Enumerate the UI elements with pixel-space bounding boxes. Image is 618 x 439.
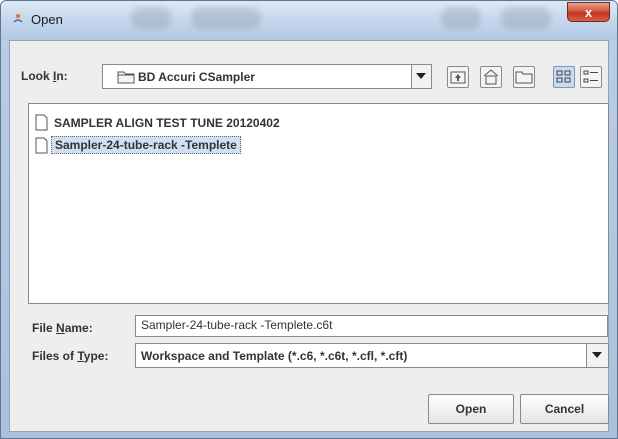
open-button[interactable]: Open xyxy=(428,394,514,424)
file-name-input[interactable]: Sampler-24-tube-rack -Templete.c6t xyxy=(135,315,608,337)
close-icon: x xyxy=(584,5,593,20)
chevron-down-icon xyxy=(416,73,426,79)
file-type-label-suffix: ype: xyxy=(83,349,109,363)
document-icon xyxy=(35,137,48,154)
file-type-combo[interactable]: Workspace and Template (*.c6, *.c6t, *.c… xyxy=(135,343,609,368)
title-bar[interactable]: Open x xyxy=(1,1,617,40)
cancel-button[interactable]: Cancel xyxy=(520,394,609,424)
title-bar-background xyxy=(501,7,551,29)
details-view-icon xyxy=(583,70,598,83)
file-list-item[interactable]: SAMPLER ALIGN TEST TUNE 20120402 xyxy=(35,113,435,133)
file-name-label-suffix: ame: xyxy=(64,321,93,335)
open-dialog: Open x Look In: BD Accuri CSampler SAMPL… xyxy=(0,0,618,439)
look-in-label-prefix: Look xyxy=(21,69,53,83)
file-type-label: Files of Type: xyxy=(32,349,108,363)
file-type-dropdown-button[interactable] xyxy=(586,344,608,367)
file-name-mnemonic: N xyxy=(56,321,65,335)
new-folder-button[interactable] xyxy=(513,66,535,88)
list-view-icon xyxy=(556,70,571,83)
file-name-label: File Name: xyxy=(32,321,93,335)
look-in-value: BD Accuri CSampler xyxy=(138,70,255,84)
file-list[interactable]: SAMPLER ALIGN TEST TUNE 20120402 Sampler… xyxy=(28,103,609,304)
chevron-down-icon xyxy=(592,352,602,358)
look-in-dropdown-button[interactable] xyxy=(411,65,431,88)
java-app-icon xyxy=(13,14,23,23)
look-in-combo[interactable]: BD Accuri CSampler xyxy=(102,64,432,89)
up-one-level-icon xyxy=(450,71,466,84)
home-icon xyxy=(483,69,499,85)
file-type-label-prefix: Files of xyxy=(32,349,78,363)
details-view-button[interactable] xyxy=(580,66,602,88)
file-name-text: SAMPLER ALIGN TEST TUNE 20120402 xyxy=(54,116,280,130)
title-bar-background xyxy=(191,7,261,29)
document-icon xyxy=(35,114,48,131)
title-bar-background xyxy=(131,7,171,29)
window-title: Open xyxy=(31,12,63,27)
file-list-item-selected[interactable]: Sampler-24-tube-rack -Templete xyxy=(35,136,435,156)
file-type-value: Workspace and Template (*.c6, *.c6t, *.c… xyxy=(141,349,408,363)
new-folder-icon xyxy=(515,71,533,84)
up-one-level-button[interactable] xyxy=(447,66,469,88)
title-bar-background xyxy=(441,7,481,29)
look-in-label-suffix: n: xyxy=(56,69,68,83)
file-name-label-prefix: File xyxy=(32,321,57,335)
home-button[interactable] xyxy=(480,66,502,88)
close-button[interactable]: x xyxy=(567,2,610,22)
list-view-button[interactable] xyxy=(553,66,575,88)
file-name-text: Sampler-24-tube-rack -Templete xyxy=(51,136,241,154)
folder-icon xyxy=(117,71,135,84)
look-in-label: Look In: xyxy=(21,69,68,83)
